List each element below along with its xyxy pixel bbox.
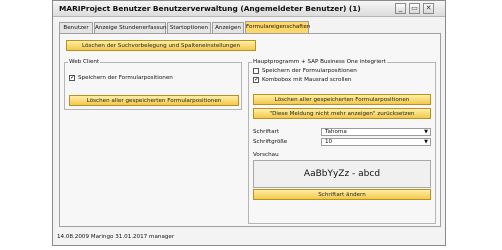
window-title: MARIProject Benutzer Benutzerverwaltung … <box>59 4 361 13</box>
close-button[interactable]: ✕ <box>423 3 434 14</box>
clear-search-defaults-button[interactable]: Löschen der Suchvorbelegung und Spaltene… <box>66 40 256 51</box>
font-size-select-value: 10 <box>325 139 333 145</box>
web-clear-positions-button[interactable]: Löschen aller gespeicherten Formularposi… <box>69 95 239 106</box>
web-save-positions-label: Speichern der Formularpositionen <box>78 75 173 81</box>
change-font-button[interactable]: Schriftart ändern <box>253 189 431 200</box>
preview-label: Vorschau <box>253 152 279 158</box>
title-bar[interactable]: MARIProject Benutzer Benutzerverwaltung … <box>53 1 445 17</box>
reset-dont-show-button[interactable]: "Diese Meldung nicht mehr anzeigen" zurü… <box>253 108 431 119</box>
web-save-positions-checkbox[interactable]: ✓ <box>69 75 75 81</box>
main-program-group: Hauptprogramm + SAP Business One integri… <box>248 59 436 224</box>
web-client-group: Web Client ✓ Speichern der Formularposit… <box>64 59 242 110</box>
web-client-group-title: Web Client <box>68 59 101 66</box>
combobox-scroll-checkbox[interactable]: ✓ <box>253 77 259 83</box>
font-preview-text: AaBbYyZz - abcd <box>303 169 381 179</box>
form-properties-panel: Löschen der Suchvorbelegung und Spaltene… <box>59 33 441 227</box>
font-size-label: Schriftgröße <box>253 139 288 145</box>
font-label: Schriftart <box>253 129 280 135</box>
tab-benutzer[interactable]: Benutzer <box>59 22 93 33</box>
main-program-group-title: Hauptprogramm + SAP Business One integri… <box>252 59 387 66</box>
font-preview-box: AaBbYyZz - abcd <box>253 160 431 188</box>
tab-startoptionen[interactable]: Startoptionen <box>167 22 211 33</box>
status-bar: 14.08.2009 Maringo 31.01.2017 manager <box>57 234 175 240</box>
font-select-value: Tahoma <box>325 129 347 135</box>
web-save-positions-row[interactable]: ✓ Speichern der Formularpositionen <box>69 74 173 82</box>
main-save-positions-checkbox[interactable] <box>253 68 259 74</box>
tab-formulareigenschaften[interactable]: Formulareigenschaften <box>245 21 310 33</box>
main-save-positions-label: Speichern der Formularpositionen <box>262 68 357 74</box>
main-clear-positions-button[interactable]: Löschen aller gespeicherten Formularposi… <box>253 94 431 105</box>
combobox-scroll-label: Kombobox mit Mausrad scrollen <box>262 77 352 83</box>
main-save-positions-row[interactable]: Speichern der Formularpositionen <box>253 67 357 75</box>
combobox-scroll-row[interactable]: ✓ Kombobox mit Mausrad scrollen <box>253 76 352 84</box>
tab-anzeigen[interactable]: Anzeigen <box>212 22 244 33</box>
chevron-down-icon: ▼ <box>424 139 428 145</box>
user-management-window: MARIProject Benutzer Benutzerverwaltung … <box>52 0 446 246</box>
font-select[interactable]: Tahoma ▼ <box>321 128 431 136</box>
minimize-button[interactable]: _ <box>395 3 406 14</box>
font-size-select[interactable]: 10 ▼ <box>321 138 431 146</box>
tab-anzeige-stundenerfassung[interactable]: Anzeige Stundenerfassung <box>94 22 170 33</box>
chevron-down-icon: ▼ <box>424 129 428 135</box>
maximize-button[interactable]: ▭ <box>409 3 420 14</box>
